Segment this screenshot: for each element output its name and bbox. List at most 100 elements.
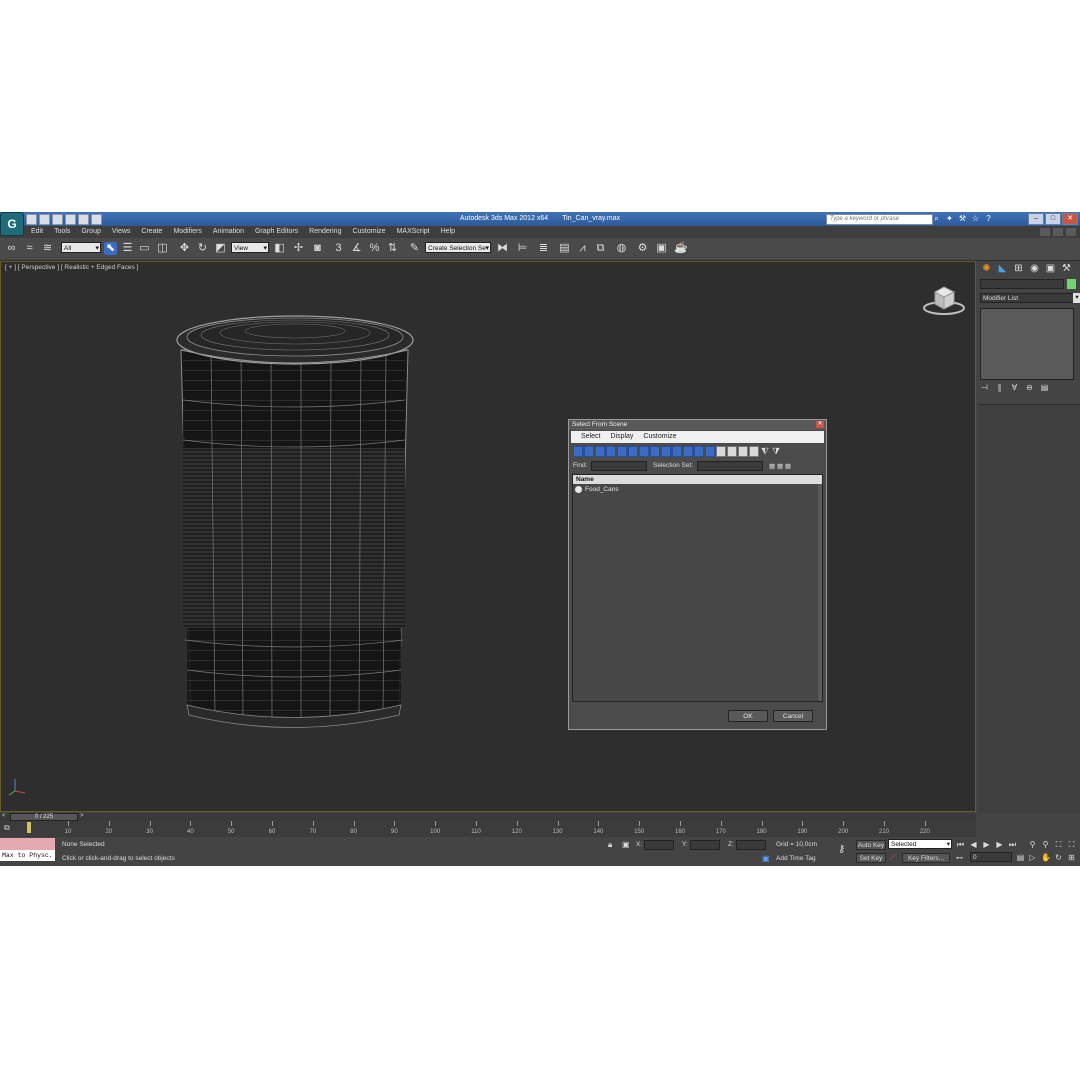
menu-maxscript[interactable]: MAXScript: [397, 228, 430, 235]
display-space-warps-icon[interactable]: [628, 446, 638, 457]
subscription-icon[interactable]: ✦: [945, 214, 954, 223]
selection-filter-dropdown[interactable]: All: [61, 242, 101, 254]
modifier-list-dropdown[interactable]: Modifier List: [980, 293, 1080, 303]
menu-views[interactable]: Views: [112, 228, 131, 235]
tools-icon[interactable]: ⚒: [958, 214, 967, 223]
menu-create[interactable]: Create: [141, 228, 162, 235]
search-input[interactable]: Type a keyword or phrase: [826, 214, 933, 225]
selection-lock-icon[interactable]: 🔒︎: [608, 840, 612, 850]
binoculars-icon[interactable]: ⌕: [932, 214, 941, 223]
minimize-button[interactable]: –: [1028, 213, 1044, 225]
hierarchy-tab-icon[interactable]: ⊞: [1012, 263, 1025, 275]
display-frozen-icon[interactable]: [683, 446, 693, 457]
list-scrollbar[interactable]: [818, 484, 822, 701]
filter-icon[interactable]: ⧨: [760, 446, 770, 457]
configure-modifier-sets-icon[interactable]: ▤: [1040, 383, 1049, 392]
maximize-button[interactable]: □: [1045, 213, 1061, 225]
percent-snap-icon[interactable]: %: [368, 242, 381, 255]
time-slider[interactable]: < 0 / 225 >: [0, 813, 976, 821]
dialog-close-button[interactable]: ✕: [816, 421, 824, 428]
doc-close-button[interactable]: [1066, 228, 1076, 236]
move-icon[interactable]: ✥: [178, 242, 191, 255]
menu-group[interactable]: Group: [81, 228, 100, 235]
menu-customize[interactable]: Customize: [352, 228, 385, 235]
rotate-icon[interactable]: ↻: [196, 242, 209, 255]
go-to-start-icon[interactable]: ⏮: [956, 840, 965, 849]
curve-editor-icon[interactable]: ⩘: [576, 242, 589, 255]
scale-icon[interactable]: ◩: [214, 242, 227, 255]
spinner-snap-icon[interactable]: ⇅: [386, 242, 399, 255]
select-all-icon[interactable]: [738, 446, 748, 457]
menu-graph-editors[interactable]: Graph Editors: [255, 228, 298, 235]
edit-named-selection-icon[interactable]: ✎: [408, 242, 421, 255]
dialog-menu-select[interactable]: Select: [581, 431, 600, 443]
add-time-tag-button[interactable]: Add Time Tag: [776, 855, 816, 862]
display-all-icon[interactable]: [705, 446, 715, 457]
display-none-icon[interactable]: [716, 446, 726, 457]
column-header-name[interactable]: Name: [573, 475, 822, 484]
key-filters-button[interactable]: Key Filters...: [902, 853, 950, 863]
ok-button[interactable]: OK: [728, 710, 768, 722]
time-slider-prev[interactable]: <: [2, 813, 6, 819]
modify-tab-icon[interactable]: ◣: [996, 263, 1009, 275]
select-none-icon[interactable]: [749, 446, 759, 457]
render-setup-icon[interactable]: ⚙: [636, 242, 649, 255]
auto-key-button[interactable]: Auto Key: [856, 840, 886, 850]
perspective-viewport[interactable]: [ + ] [ Perspective ] [ Realistic + Edge…: [0, 261, 976, 812]
x-coordinate-field[interactable]: [644, 840, 674, 850]
display-groups-icon[interactable]: [639, 446, 649, 457]
viewcube-icon[interactable]: [921, 280, 967, 318]
menu-edit[interactable]: Edit: [31, 228, 43, 235]
menu-help[interactable]: Help: [441, 228, 455, 235]
favorites-icon[interactable]: ☆: [971, 214, 980, 223]
mirror-icon[interactable]: ⧓: [496, 242, 509, 255]
rectangular-selection-icon[interactable]: ▭: [138, 242, 151, 255]
remove-modifier-icon[interactable]: ⊖: [1025, 383, 1034, 392]
key-icon[interactable]: ⚷: [838, 844, 845, 855]
invert-display-icon[interactable]: [727, 446, 737, 457]
utilities-tab-icon[interactable]: ⚒: [1060, 263, 1073, 275]
menu-rendering[interactable]: Rendering: [309, 228, 341, 235]
track-bar[interactable]: ⧉ 10 20 30 40 50 60 70 80 90 100 110 120 130 140 150 16…: [0, 821, 976, 837]
align-icon[interactable]: ⊨: [516, 242, 529, 255]
display-containers-icon[interactable]: [672, 446, 682, 457]
angle-snap-icon[interactable]: ∡: [350, 242, 363, 255]
display-bones-icon[interactable]: [661, 446, 671, 457]
zoom-extents-all-icon[interactable]: ⛶: [1067, 840, 1076, 849]
reference-coordinate-dropdown[interactable]: View: [231, 242, 269, 254]
display-helpers-icon[interactable]: [617, 446, 627, 457]
maxscript-mini-listener-text[interactable]: Max to Physc.: [0, 850, 55, 861]
display-tab-icon[interactable]: ▣: [1044, 263, 1057, 275]
maxscript-listener-output[interactable]: [0, 838, 55, 850]
zoom-icon[interactable]: ⚲: [1028, 840, 1037, 849]
material-editor-icon[interactable]: ◍: [615, 242, 628, 255]
set-key-mode-icon[interactable]: ⟋: [890, 853, 896, 863]
list-item[interactable]: Food_Cans: [575, 486, 619, 493]
snaps-toggle-icon[interactable]: 3: [332, 242, 345, 255]
field-of-view-icon[interactable]: ▷: [1028, 853, 1037, 862]
layer-manager-icon[interactable]: ≣: [537, 242, 550, 255]
mini-curve-editor-icon[interactable]: ⧉: [4, 823, 10, 833]
tin-can-model[interactable]: [171, 310, 421, 750]
pin-stack-icon[interactable]: ⊣: [980, 383, 989, 392]
viewport-label[interactable]: [ + ] [ Perspective ] [ Realistic + Edge…: [5, 264, 138, 271]
select-object-icon[interactable]: ⬉: [104, 242, 117, 255]
selection-key-filter-dropdown[interactable]: Selected: [888, 839, 952, 849]
z-coordinate-field[interactable]: [736, 840, 766, 850]
display-xrefs-icon[interactable]: [650, 446, 660, 457]
key-mode-toggle-icon[interactable]: ⊷: [956, 854, 963, 862]
modifier-stack[interactable]: [980, 308, 1074, 380]
rendered-frame-window-icon[interactable]: ▣: [655, 242, 668, 255]
selection-set-dropdown[interactable]: [697, 461, 763, 471]
graphite-ribbon-icon[interactable]: ▤: [558, 242, 571, 255]
time-slider-thumb[interactable]: 0 / 225: [10, 813, 78, 821]
y-coordinate-field[interactable]: [690, 840, 720, 850]
unlink-icon[interactable]: ≈: [23, 242, 36, 255]
menu-animation[interactable]: Animation: [213, 228, 244, 235]
display-geometry-icon[interactable]: [573, 446, 583, 457]
motion-tab-icon[interactable]: ◉: [1028, 263, 1041, 275]
dialog-menu-customize[interactable]: Customize: [643, 431, 676, 443]
show-end-result-icon[interactable]: ∥: [995, 383, 1004, 392]
link-icon[interactable]: ∞: [5, 242, 18, 255]
go-to-end-icon[interactable]: ⏭: [1008, 840, 1017, 849]
